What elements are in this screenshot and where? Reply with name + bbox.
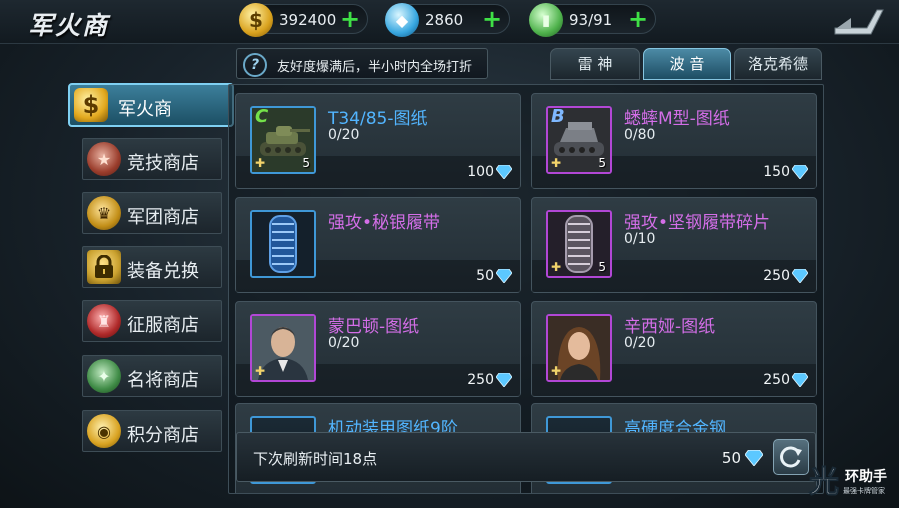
item-price: 100 [467,164,494,180]
diamond-icon [792,269,808,283]
energy-resource: ▮ 93/91 + [529,3,656,37]
eagle-emblem-icon: ✦ [87,359,121,393]
watermark-subtext: 最强卡牌管家 [843,487,885,495]
shop-item-card[interactable]: 强攻•秘银履带 50 [235,197,521,293]
item-count: 5 [598,156,606,170]
item-progress: 0/20 [328,335,360,351]
item-count: 5 [598,260,606,274]
item-progress: 0/10 [624,231,656,247]
top-bar: 军火商 $ 392400 + ◆ 2860 + ▮ 93/91 + [0,0,899,44]
sidebar-item-general-shop[interactable]: ✦ 名将商店 [82,355,222,397]
medal-icon: ★ [87,142,121,176]
shop-item-card[interactable]: ✚ 辛西娅-图纸 0/20 250 [531,301,817,397]
item-progress: 0/20 [624,335,656,351]
puzzle-icon: ✚ [551,364,562,378]
item-price: 250 [467,372,494,388]
watermark-text: 环助手 [845,469,887,485]
item-name: 强攻•秘银履带 [328,213,441,233]
shop-item-card[interactable]: ✚ 蒙巴顿-图纸 0/20 250 [235,301,521,397]
sidebar-item-arena-shop[interactable]: ★ 竞技商店 [82,138,222,180]
item-count: 5 [302,156,310,170]
sidebar-item-label: 竞技商店 [127,153,199,174]
item-progress: 0/80 [624,127,656,143]
diamond-icon [792,165,808,179]
sidebar-item-label: 军火商 [118,99,172,120]
dollar-coin-icon: $ [239,3,273,37]
dollar-icon: $ [74,88,108,122]
discount-notice: ? 友好度爆满后，半小时内全场打折 [236,48,488,79]
help-icon[interactable]: ? [243,53,267,77]
puzzle-icon: ✚ [551,260,562,274]
notice-text: 友好度爆满后，半小时内全场打折 [277,60,473,75]
tab-boeing[interactable]: 波 音 [643,48,731,80]
diamond-icon [496,165,512,179]
tank-icon: C ✚ 5 [250,106,316,174]
item-name: 强攻•坚钢履带碎片 [624,213,771,233]
puzzle-icon: ✚ [255,156,266,170]
diamond-value: 2860 [425,11,464,29]
lock-icon [87,250,121,284]
grade-badge: C [255,106,269,127]
sidebar-item-conquest-shop[interactable]: ♜ 征服商店 [82,300,222,342]
track-icon [250,210,316,278]
refresh-price: 50 [721,449,741,467]
sidebar-item-label: 军团商店 [127,207,199,228]
diamond-resource: ◆ 2860 + [385,3,510,37]
woman-portrait-icon: ✚ [546,314,612,382]
tab-lockheed[interactable]: 洛克希德 [734,48,822,80]
refresh-bar: 下次刷新时间18点 50 [236,432,816,482]
sidebar-item-points-shop[interactable]: ◉ 积分商店 [82,410,222,452]
diamond-icon [745,450,763,466]
item-name: 蟋蟀M型-图纸 [624,109,730,129]
diamond-icon [496,373,512,387]
item-name: 蒙巴顿-图纸 [328,317,420,337]
add-gold-button[interactable]: + [339,7,361,31]
shop-item-card[interactable]: ✚ 5 强攻•坚钢履带碎片 0/10 250 [531,197,817,293]
gold-resource: $ 392400 + [239,3,368,37]
sidebar-item-legion-shop[interactable]: ♛ 军团商店 [82,192,222,234]
refresh-icon [780,446,802,468]
points-coin-icon: ◉ [87,414,121,448]
battery-icon: ▮ [529,3,563,37]
general-portrait-icon: ✚ [250,314,316,382]
svg-text:光: 光 [809,465,839,500]
add-energy-button[interactable]: + [627,7,649,31]
trophy-icon: ♛ [87,196,121,230]
item-price: 250 [763,268,790,284]
add-diamond-button[interactable]: + [481,7,503,31]
tank-destroyer-icon: B ✚ 5 [546,106,612,174]
shop-item-card[interactable]: C ✚ 5 T34/85-图纸 0/20 100 [235,93,521,189]
shop-item-card[interactable]: B ✚ 5 蟋蟀M型-图纸 0/80 150 [531,93,817,189]
back-arrow-icon[interactable] [831,4,889,38]
sidebar-item-arms-dealer[interactable]: $ 军火商 [68,83,234,127]
diamond-icon [792,373,808,387]
track-fragment-icon: ✚ 5 [546,210,612,278]
energy-value: 93/91 [569,11,613,29]
gold-value: 392400 [279,11,337,29]
puzzle-icon: ✚ [255,364,266,378]
diamond-icon: ◆ [385,3,419,37]
sidebar-item-label: 征服商店 [127,315,199,336]
sidebar-item-label: 名将商店 [127,370,199,391]
sidebar-item-label: 积分商店 [127,425,199,446]
item-name: T34/85-图纸 [328,109,428,129]
page-title: 军火商 [28,11,110,40]
item-name: 辛西娅-图纸 [624,317,716,337]
item-price: 50 [476,268,494,284]
diamond-icon [496,269,512,283]
item-price: 150 [763,164,790,180]
refresh-button[interactable] [773,439,809,475]
puzzle-icon: ✚ [551,156,562,170]
tab-leishen[interactable]: 雷 神 [550,48,640,80]
sidebar-item-label: 装备兑换 [127,261,199,282]
item-progress: 0/20 [328,127,360,143]
grade-badge: B [551,106,565,127]
sidebar-item-equipment-exchange[interactable]: 装备兑换 [82,246,222,288]
refresh-time-text: 下次刷新时间18点 [253,450,378,468]
watermark-logo: 光 环助手 最强卡牌管家 [807,460,895,502]
item-price: 250 [763,372,790,388]
shield-icon: ♜ [87,304,121,338]
